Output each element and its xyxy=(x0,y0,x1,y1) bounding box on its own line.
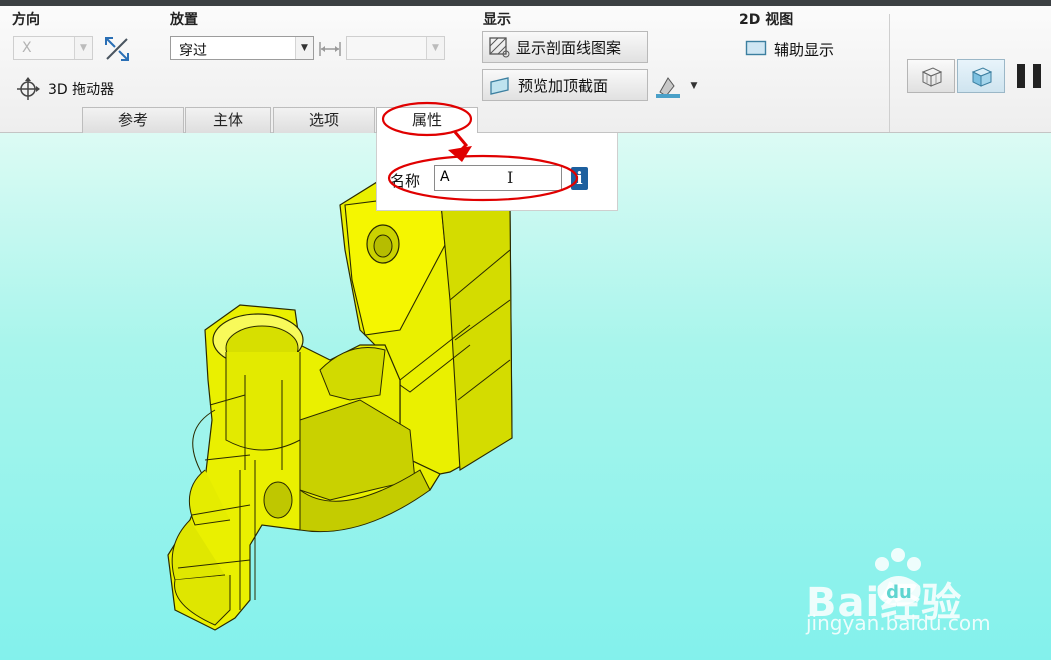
show-hatch-pattern-button[interactable]: 显示剖面线图案 xyxy=(482,31,648,63)
preview-capped-section-button[interactable]: 预览加顶截面 xyxy=(482,69,648,101)
capped-section-icon xyxy=(488,74,512,96)
offset-distance-icon xyxy=(318,39,342,59)
show-hatch-pattern-label: 显示剖面线图案 xyxy=(516,38,622,57)
offset-value-input[interactable]: ▼ xyxy=(346,36,445,60)
section-color-icon[interactable] xyxy=(654,72,684,100)
placement-type-value: 穿过 xyxy=(179,43,207,59)
tab-properties[interactable]: 属性 xyxy=(376,107,478,134)
direction-axis-select[interactable]: X ▼ xyxy=(13,36,93,60)
tab-body[interactable]: 主体 xyxy=(185,107,271,133)
model-viewport[interactable]: Bai经验 du jingyan.baidu.com xyxy=(0,133,1051,660)
pause-icon[interactable] xyxy=(1014,61,1046,91)
name-label: 名称 xyxy=(390,172,421,190)
auxiliary-display-icon xyxy=(745,39,767,57)
3d-dragger-label[interactable]: 3D 拖动器 xyxy=(48,79,114,99)
flip-direction-icon[interactable] xyxy=(103,35,131,63)
hatch-pattern-icon xyxy=(488,36,510,58)
shaded-view-button[interactable] xyxy=(957,59,1005,93)
group-placement-title: 放置 xyxy=(170,12,198,28)
info-icon[interactable]: i xyxy=(571,167,588,190)
name-field-value: A xyxy=(440,169,450,185)
wireframe-cube-icon xyxy=(921,67,943,87)
preview-capped-section-label: 预览加顶截面 xyxy=(518,76,609,95)
ribbon-separator xyxy=(889,14,890,132)
text-cursor-icon: I xyxy=(507,168,514,187)
direction-axis-value: X xyxy=(22,40,32,56)
paw-logo-icon: du xyxy=(868,546,930,612)
chevron-down-icon[interactable]: ▼ xyxy=(688,80,700,92)
watermark-url: jingyan.baidu.com xyxy=(806,611,991,635)
chevron-down-icon: ▼ xyxy=(295,37,313,59)
group-display-title: 显示 xyxy=(483,12,511,28)
watermark-du: du xyxy=(886,582,912,603)
chevron-down-icon: ▼ xyxy=(426,37,444,59)
shaded-cube-icon xyxy=(971,67,993,87)
chevron-down-icon: ▼ xyxy=(74,37,92,59)
placement-type-select[interactable]: 穿过 ▼ xyxy=(170,36,314,60)
hidden-line-view-button[interactable] xyxy=(907,59,955,93)
auxiliary-display-label[interactable]: 辅助显示 xyxy=(774,39,834,60)
tab-references[interactable]: 参考 xyxy=(82,107,184,133)
group-direction-title: 方向 xyxy=(12,12,40,28)
name-field[interactable]: A I xyxy=(434,165,562,191)
group-2d-view-title: 2D 视图 xyxy=(739,12,794,28)
tab-options[interactable]: 选项 xyxy=(273,107,375,133)
3d-dragger-icon[interactable] xyxy=(15,76,41,102)
